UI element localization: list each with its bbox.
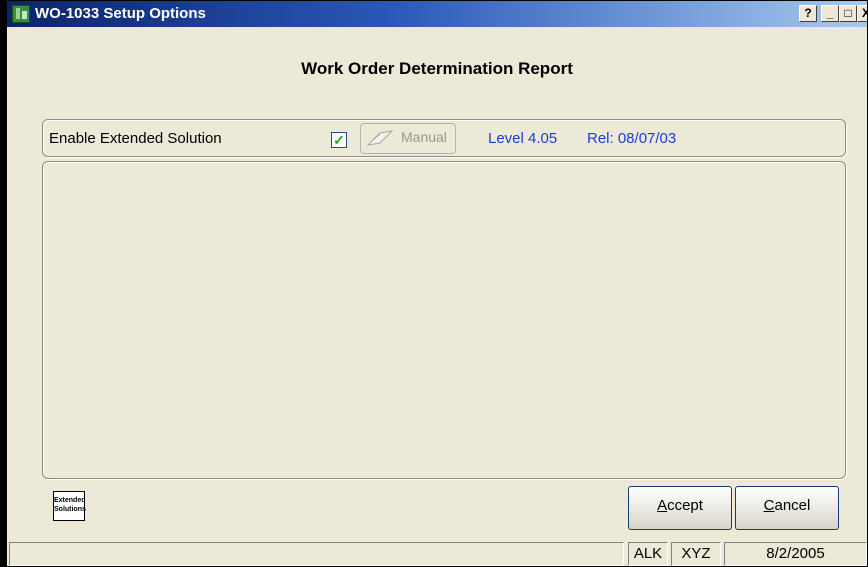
- accept-button[interactable]: Accept: [628, 486, 732, 530]
- level-text: Level 4.05: [488, 130, 558, 147]
- status-bar: ALK XYZ 8/2/2005: [7, 540, 867, 566]
- options-header-group: Enable Extended Solution ✓ Manual Level …: [42, 119, 846, 157]
- manual-icon: [366, 130, 394, 146]
- close-icon[interactable]: X: [857, 5, 867, 22]
- status-user: ALK: [628, 542, 668, 566]
- extended-solutions-logo[interactable]: Extended Solutions: [53, 491, 86, 521]
- logo-line-1: Extended: [54, 497, 86, 504]
- report-title: Work Order Determination Report: [301, 59, 573, 78]
- enable-extended-solution-label: Enable Extended Solution: [49, 130, 222, 147]
- help-icon[interactable]: ?: [799, 5, 817, 22]
- setup-options-window: WO-1033 Setup Options ? _ □ X Work Order…: [6, 0, 868, 567]
- window-title: WO-1033 Setup Options: [35, 5, 206, 22]
- maximize-icon[interactable]: □: [839, 5, 857, 22]
- enable-extended-solution-checkbox[interactable]: ✓: [331, 132, 347, 148]
- options-content-panel: [42, 161, 846, 479]
- logo-line-2: Solutions: [54, 506, 86, 513]
- cancel-button-label: Cancel: [763, 497, 811, 514]
- minimize-icon[interactable]: _: [821, 5, 839, 22]
- status-company: XYZ: [671, 542, 721, 566]
- manual-button[interactable]: Manual: [360, 123, 456, 154]
- app-icon[interactable]: [12, 5, 30, 23]
- status-date: 8/2/2005: [724, 542, 867, 566]
- manual-button-label: Manual: [401, 129, 447, 145]
- title-bar[interactable]: WO-1033 Setup Options ? _ □ X: [7, 1, 867, 27]
- status-message: [9, 542, 624, 566]
- accept-button-label: Accept: [657, 497, 703, 514]
- release-text: Rel: 08/07/03: [587, 130, 677, 147]
- cancel-button[interactable]: Cancel: [735, 486, 839, 530]
